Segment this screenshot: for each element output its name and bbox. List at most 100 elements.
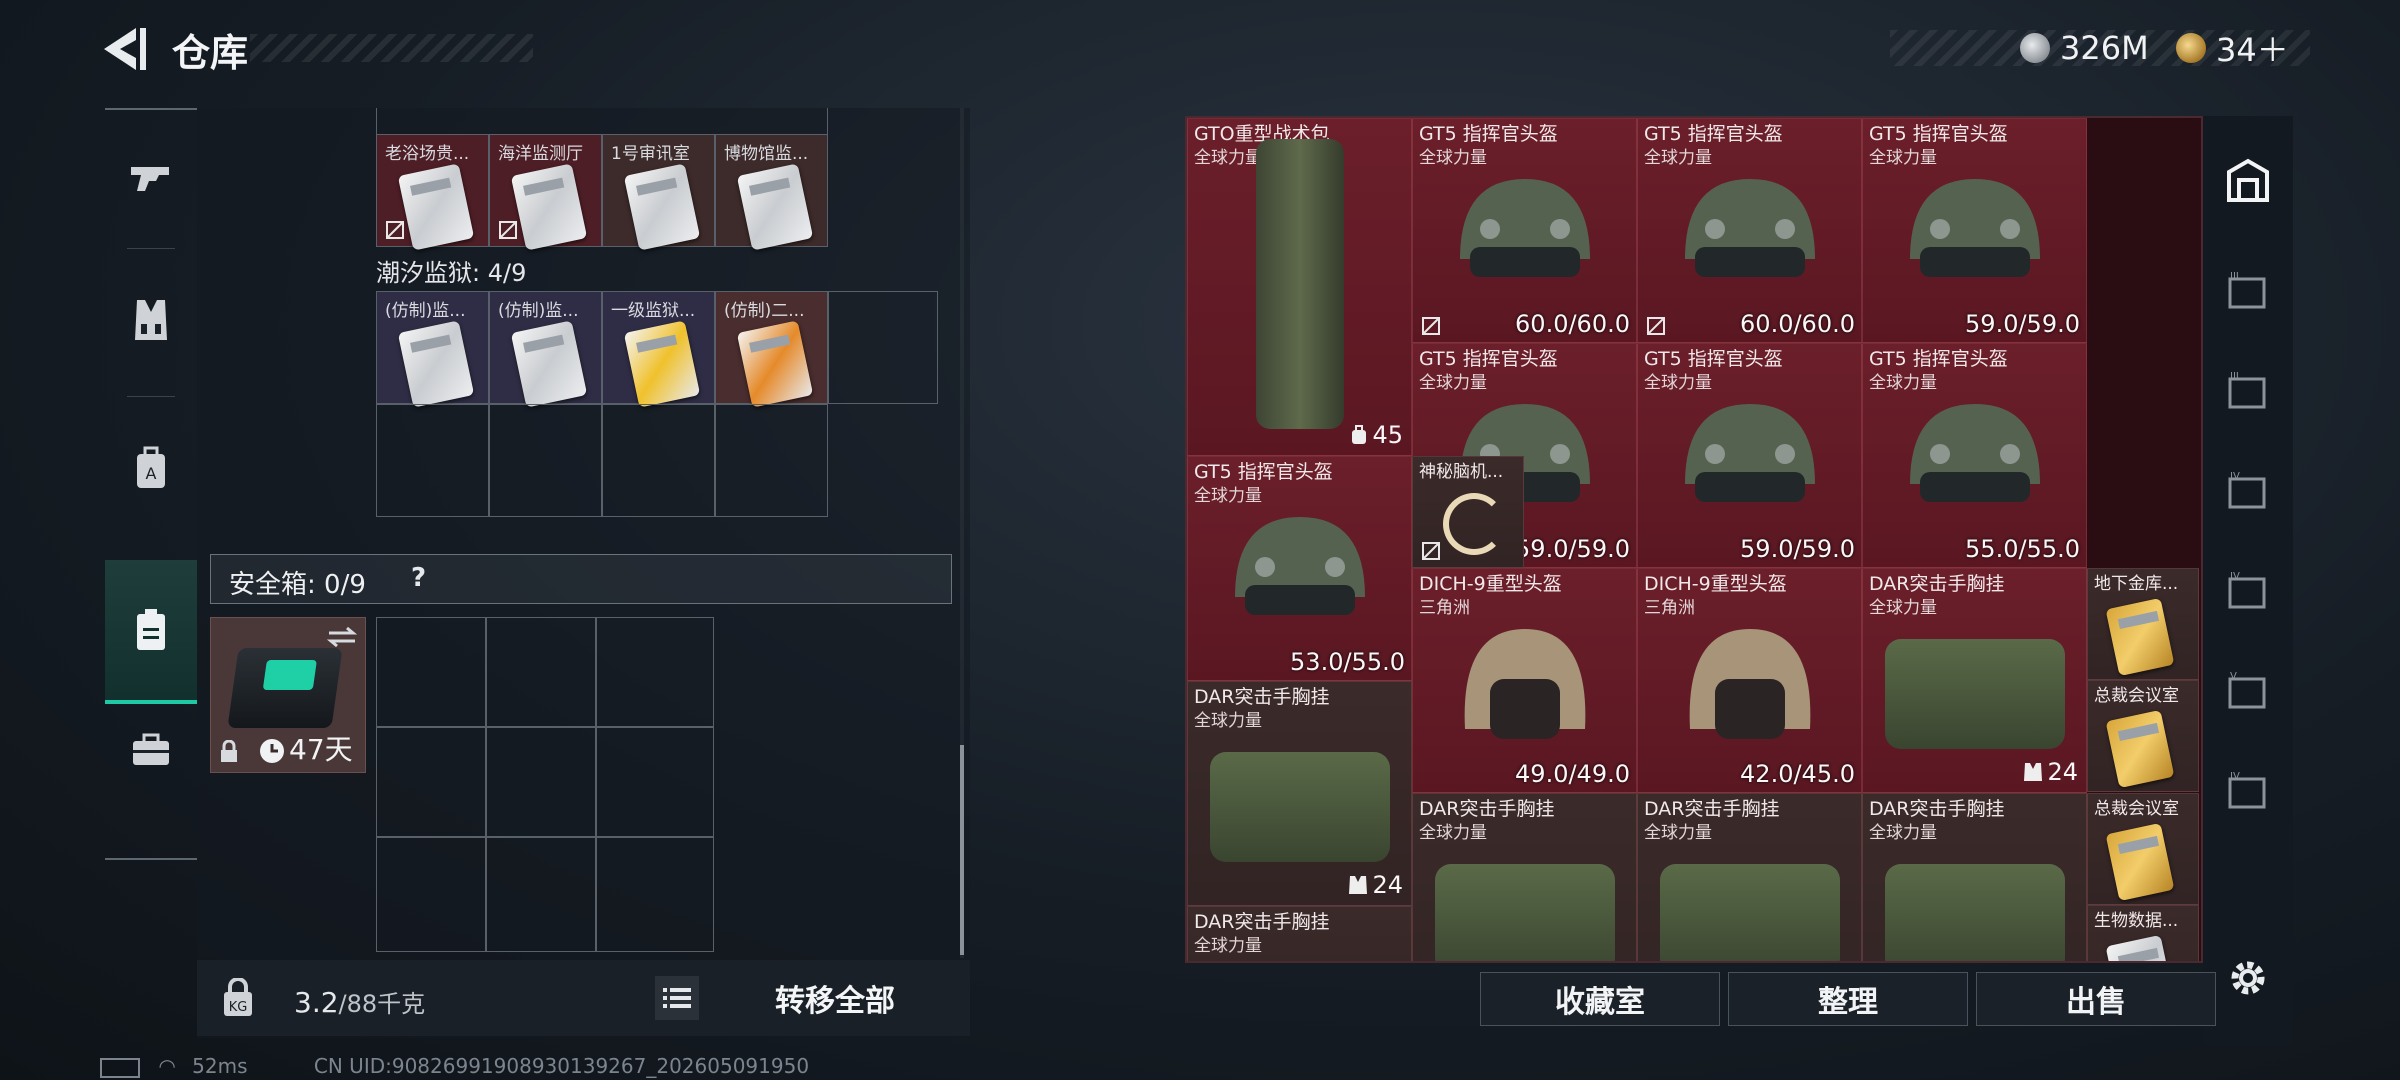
item-chest-rig[interactable]: DAR突击手胸挂 全球力量 24 [1862,568,2087,793]
brain-chip-image [1443,493,1505,555]
item-brain-chip[interactable]: 神秘脑机... [1412,456,1524,568]
nav-bottom-edge [105,858,197,860]
empty-slot[interactable] [596,617,714,727]
item-keycard[interactable]: 总裁会议室 [2087,793,2199,905]
item-chest-rig[interactable]: DAR突击手胸挂 全球力量 [1187,906,1412,961]
stash-tab-4a[interactable]: IV [2223,466,2273,516]
nav-divider [127,396,175,397]
help-icon[interactable]: ? [411,563,426,593]
capacity-icon [1352,425,1367,444]
item-chest-rig[interactable]: DAR突击手胸挂 全球力量 [1637,793,1862,961]
settings-button[interactable] [2223,953,2273,1003]
empty-slot[interactable] [376,404,489,517]
money-display[interactable]: 326M [2020,28,2149,68]
collection-room-button[interactable]: 收藏室 [1480,972,1720,1026]
stash-tab-5[interactable]: V [2223,666,2273,716]
svg-text:IV: IV [2230,471,2240,482]
item-chest-rig[interactable]: DAR突击手胸挂 全球力量 [1412,793,1637,961]
ping-value: 52ms [192,1054,248,1078]
swap-icon[interactable] [327,626,357,648]
nav-weapons[interactable] [105,108,197,248]
back-arrow-icon[interactable] [100,26,150,72]
item-subtitle: 全球力量 [1419,373,1487,393]
item-subtitle: 全球力量 [1419,148,1487,168]
keycard-image [623,320,701,408]
prison-section-title: 潮汐监狱: 4/9 [376,259,527,287]
item-keycard[interactable]: 地下金库... [2087,568,2199,680]
sort-button[interactable]: 整理 [1728,972,1968,1026]
keycard-slot[interactable]: 一级监狱... [602,291,715,408]
item-helmet[interactable]: GT5 指挥官头盔 全球力量 59.0/59.0 [1862,118,2087,343]
empty-slot[interactable] [596,727,714,837]
safebox-label: 安全箱: 0/9 [229,570,366,600]
weight-lock-icon: KG [224,978,252,1016]
nav-supplies[interactable] [105,680,197,820]
item-chest-rig[interactable]: DAR突击手胸挂 全球力量 24 [1187,681,1412,906]
keycard-slot[interactable]: (仿制)监... [489,291,602,408]
stash-tab-all[interactable] [2223,156,2273,206]
list-view-button[interactable] [655,976,699,1020]
safebox-item[interactable]: 47天 [210,617,366,773]
empty-slot[interactable] [486,837,596,952]
item-heavy-helmet[interactable]: DICH-9重型头盔 三角洲 49.0/49.0 [1412,568,1637,793]
keycard-slot[interactable]: (仿制)监... [376,291,489,408]
item-keycard[interactable]: 生物数据... [2087,905,2199,961]
item-name: 生物数据... [2094,911,2179,931]
helmet-image [1684,179,1815,278]
sell-button[interactable]: 出售 [1976,972,2216,1026]
item-backpack[interactable]: GTO重型战术包 全球力量 45 [1187,118,1412,456]
stash-tab-4c[interactable]: IV [2223,766,2273,816]
keycard-slot[interactable]: 海洋监测厅 [489,134,602,251]
stash-tier-icon: III [2228,371,2266,409]
empty-slot[interactable] [376,617,486,727]
keycard-slot[interactable]: 博物馆监... [715,134,828,251]
empty-slot[interactable] [376,837,486,952]
item-helmet[interactable]: GT5 指挥官头盔 全球力量 60.0/60.0 [1412,118,1637,343]
item-subtitle: 全球力量 [1869,598,1937,618]
item-chest-rig[interactable]: DAR突击手胸挂 全球力量 [1862,793,2087,961]
item-helmet[interactable]: GT5 指挥官头盔 全球力量 59.0/59.0 [1637,343,1862,568]
unbound-icon [499,221,517,239]
keycard-slot[interactable]: 老浴场贵... [376,134,489,251]
transfer-all-button[interactable]: 转移全部 [700,962,970,1034]
chest-rig-image [1884,863,2065,961]
empty-slot[interactable] [596,837,714,952]
keycard-name: (仿制)监... [385,301,466,321]
empty-slot[interactable] [486,727,596,837]
coin-display[interactable]: 34＋ [2176,28,2289,69]
weight-current: 3.2 [294,986,339,1019]
helmet-image [1684,404,1815,503]
keycard-name: (仿制)监... [498,301,579,321]
nav-backpack[interactable]: A [105,398,197,538]
lock-icon [221,740,237,762]
item-helmet[interactable]: GT5 指挥官头盔 全球力量 55.0/55.0 [1862,343,2087,568]
empty-slot[interactable] [486,617,596,727]
empty-slot[interactable] [828,291,938,404]
item-helmet[interactable]: GT5 指挥官头盔 全球力量 53.0/55.0 [1187,456,1412,681]
svg-text:IV: IV [2230,571,2240,582]
svg-text:IV: IV [2230,771,2240,782]
item-durability: 59.0/59.0 [1965,310,2080,338]
stash-tab-3a[interactable]: III [2223,266,2273,316]
empty-slot[interactable] [489,404,602,517]
empty-slot[interactable] [376,727,486,837]
keycard-image [397,320,475,408]
weight-max: /88千克 [338,990,426,1018]
left-scrollbar-thumb[interactable] [960,745,964,955]
stash-tab-4b[interactable]: IV [2223,566,2273,616]
item-helmet[interactable]: GT5 指挥官头盔 全球力量 60.0/60.0 [1637,118,1862,343]
heavy-helmet-image [1464,629,1585,740]
item-name: GT5 指挥官头盔 [1644,348,1783,370]
nav-armor[interactable] [105,250,197,390]
item-subtitle: 全球力量 [1644,148,1712,168]
empty-slot[interactable] [715,404,828,517]
item-keycard[interactable]: 总裁会议室 [2087,680,2199,792]
item-heavy-helmet[interactable]: DICH-9重型头盔 三角洲 42.0/45.0 [1637,568,1862,793]
stash-tier-icon: V [2228,671,2266,709]
keycard-slot[interactable]: (仿制)二... [715,291,828,408]
chest-rig-image [1209,751,1390,862]
svg-text:V: V [2230,671,2237,682]
empty-slot[interactable] [602,404,715,517]
stash-tab-3b[interactable]: III [2223,366,2273,416]
keycard-slot[interactable]: 1号审讯室 [602,134,715,251]
